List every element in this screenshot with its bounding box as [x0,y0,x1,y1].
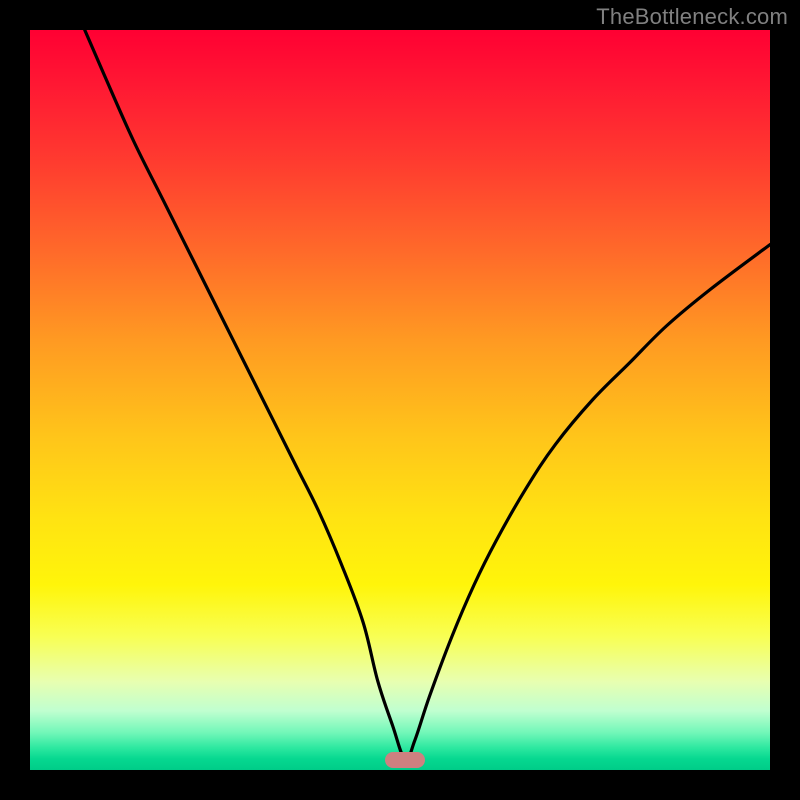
plot-area [30,30,770,770]
bottleneck-curve [30,30,770,770]
optimum-marker [385,752,425,768]
chart-frame: TheBottleneck.com [0,0,800,800]
watermark-text: TheBottleneck.com [596,4,788,30]
